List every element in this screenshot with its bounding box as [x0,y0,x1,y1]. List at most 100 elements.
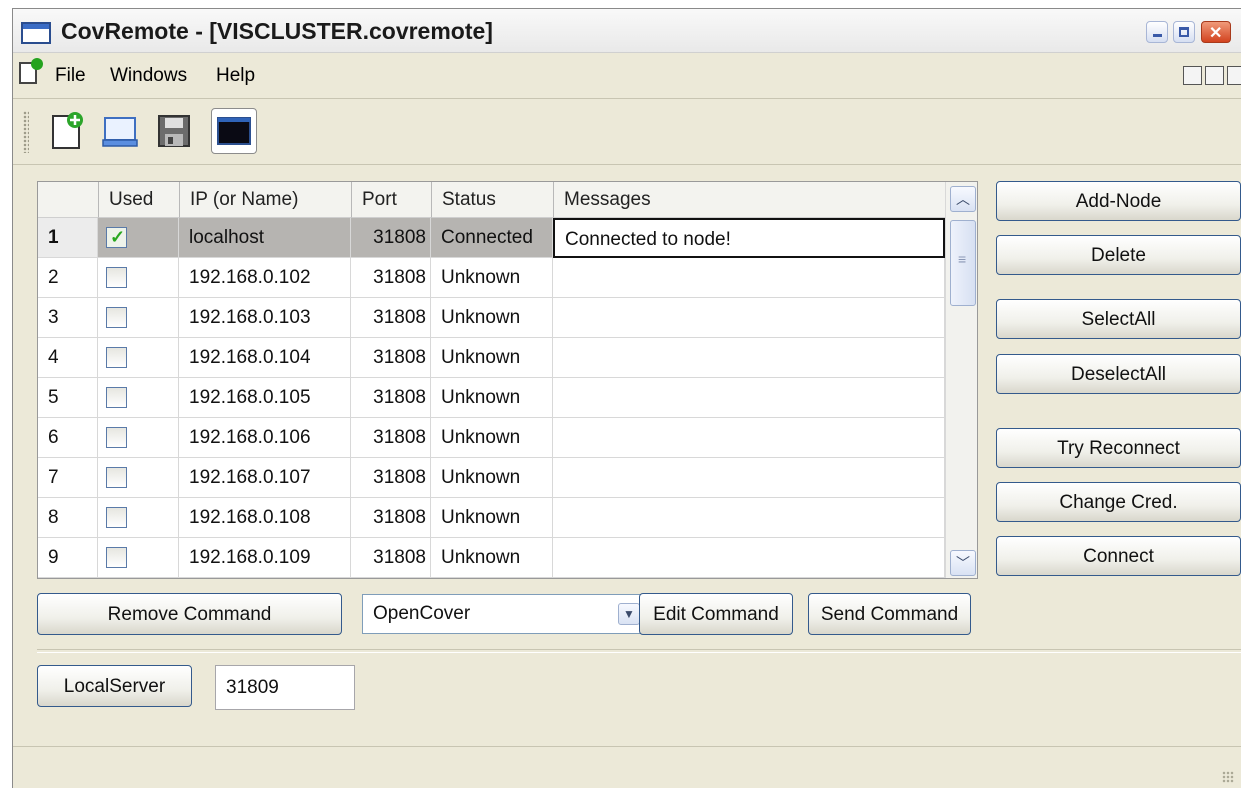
port-cell[interactable]: 31808 [351,498,431,538]
toolbar-grip[interactable] [23,111,29,153]
ip-cell[interactable]: 192.168.0.106 [179,418,351,458]
message-cell[interactable] [553,258,945,298]
port-cell[interactable]: 31808 [351,258,431,298]
grid-vertical-scrollbar[interactable]: ︿ ﹀ [945,182,977,578]
ip-cell[interactable]: 192.168.0.105 [179,378,351,418]
menu-help[interactable]: Help [216,65,255,87]
add-node-button[interactable]: Add-Node [996,181,1241,221]
used-checkbox[interactable] [106,347,127,368]
used-checkbox[interactable] [106,227,127,248]
status-cell[interactable]: Unknown [431,458,553,498]
title-bar[interactable]: CovRemote - [VISCLUSTER.covremote] [13,9,1241,53]
port-cell[interactable]: 31808 [351,538,431,578]
minimize-button[interactable] [1146,21,1168,43]
ip-cell[interactable]: 192.168.0.104 [179,338,351,378]
edit-command-button[interactable]: Edit Command [639,593,793,635]
column-header-messages[interactable]: Messages [553,182,945,218]
message-cell[interactable]: Connected to node! [553,218,945,258]
menu-file[interactable]: File [55,65,86,87]
table-row[interactable]: 8 192.168.0.108 31808 Unknown [38,498,945,538]
table-row[interactable]: 9 192.168.0.109 31808 Unknown [38,538,945,578]
column-header-port[interactable]: Port [351,182,431,218]
local-server-button[interactable]: LocalServer [37,665,192,707]
port-cell[interactable]: 31808 [351,298,431,338]
message-cell[interactable] [553,538,945,578]
message-cell[interactable] [553,498,945,538]
try-reconnect-button[interactable]: Try Reconnect [996,428,1241,468]
used-checkbox[interactable] [106,387,127,408]
menu-windows[interactable]: Windows [110,65,187,87]
save-icon[interactable] [151,108,197,154]
message-cell[interactable] [553,378,945,418]
used-checkbox[interactable] [106,547,127,568]
scroll-down-icon[interactable]: ﹀ [950,550,976,576]
used-checkbox[interactable] [106,267,127,288]
window-title: CovRemote - [VISCLUSTER.covremote] [61,18,493,44]
used-checkbox[interactable] [106,427,127,448]
status-cell[interactable]: Unknown [431,538,553,578]
row-number-cell: 4 [38,338,98,378]
chevron-down-icon[interactable]: ▼ [618,603,640,625]
ip-cell[interactable]: 192.168.0.108 [179,498,351,538]
delete-button[interactable]: Delete [996,235,1241,275]
table-row[interactable]: 6 192.168.0.106 31808 Unknown [38,418,945,458]
message-cell[interactable] [553,298,945,338]
port-cell[interactable]: 31808 [351,218,431,258]
status-cell[interactable]: Connected [431,218,553,258]
new-document-icon[interactable] [43,108,89,154]
message-cell[interactable] [553,458,945,498]
port-cell[interactable]: 31808 [351,458,431,498]
nodes-grid[interactable]: Used IP (or Name) Port Status Messages 1… [37,181,978,579]
mdi-restore-button[interactable] [1205,66,1224,85]
close-button[interactable] [1201,21,1231,43]
column-header-status[interactable]: Status [431,182,553,218]
local-server-port-input[interactable]: 31809 [215,665,355,710]
connect-button[interactable]: Connect [996,536,1241,576]
status-cell[interactable]: Unknown [431,418,553,458]
used-checkbox[interactable] [106,307,127,328]
mdi-minimize-button[interactable] [1183,66,1202,85]
table-row[interactable]: 2 192.168.0.102 31808 Unknown [38,258,945,298]
status-cell[interactable]: Unknown [431,378,553,418]
port-cell[interactable]: 31808 [351,338,431,378]
resize-grip-icon[interactable] [1222,771,1234,783]
ip-cell[interactable]: 192.168.0.102 [179,258,351,298]
console-icon[interactable] [211,108,257,154]
remove-command-button[interactable]: Remove Command [37,593,342,635]
status-cell[interactable]: Unknown [431,338,553,378]
table-row[interactable]: 4 192.168.0.104 31808 Unknown [38,338,945,378]
status-cell[interactable]: Unknown [431,298,553,338]
column-header-used[interactable]: Used [98,182,179,218]
select-all-button[interactable]: SelectAll [996,299,1241,339]
used-checkbox[interactable] [106,507,127,528]
change-credentials-button[interactable]: Change Cred. [996,482,1241,522]
message-cell[interactable] [553,418,945,458]
document-icon[interactable] [19,58,43,84]
used-checkbox[interactable] [106,467,127,488]
table-row[interactable]: 7 192.168.0.107 31808 Unknown [38,458,945,498]
row-number-cell: 2 [38,258,98,298]
message-cell[interactable] [553,338,945,378]
ip-cell[interactable]: 192.168.0.109 [179,538,351,578]
maximize-button[interactable] [1173,21,1195,43]
port-cell[interactable]: 31808 [351,378,431,418]
deselect-all-button[interactable]: DeselectAll [996,354,1241,394]
table-row[interactable]: 3 192.168.0.103 31808 Unknown [38,298,945,338]
port-cell[interactable]: 31808 [351,418,431,458]
mdi-close-button[interactable] [1227,66,1241,85]
ip-cell[interactable]: localhost [179,218,351,258]
ip-cell[interactable]: 192.168.0.107 [179,458,351,498]
status-cell[interactable]: Unknown [431,258,553,298]
scroll-up-icon[interactable]: ︿ [950,186,976,212]
scroll-thumb[interactable] [950,220,976,306]
menu-bar: File Windows Help [13,53,1241,99]
column-header-ip[interactable]: IP (or Name) [179,182,351,218]
table-row[interactable]: 5 192.168.0.105 31808 Unknown [38,378,945,418]
command-select[interactable]: OpenCover ▼ [362,594,644,634]
status-cell[interactable]: Unknown [431,498,553,538]
send-command-button[interactable]: Send Command [808,593,971,635]
ip-cell[interactable]: 192.168.0.103 [179,298,351,338]
grid-corner-header [38,182,98,218]
open-icon[interactable] [97,108,143,154]
table-row[interactable]: 1 localhost31808ConnectedConnected to nod… [38,218,945,258]
